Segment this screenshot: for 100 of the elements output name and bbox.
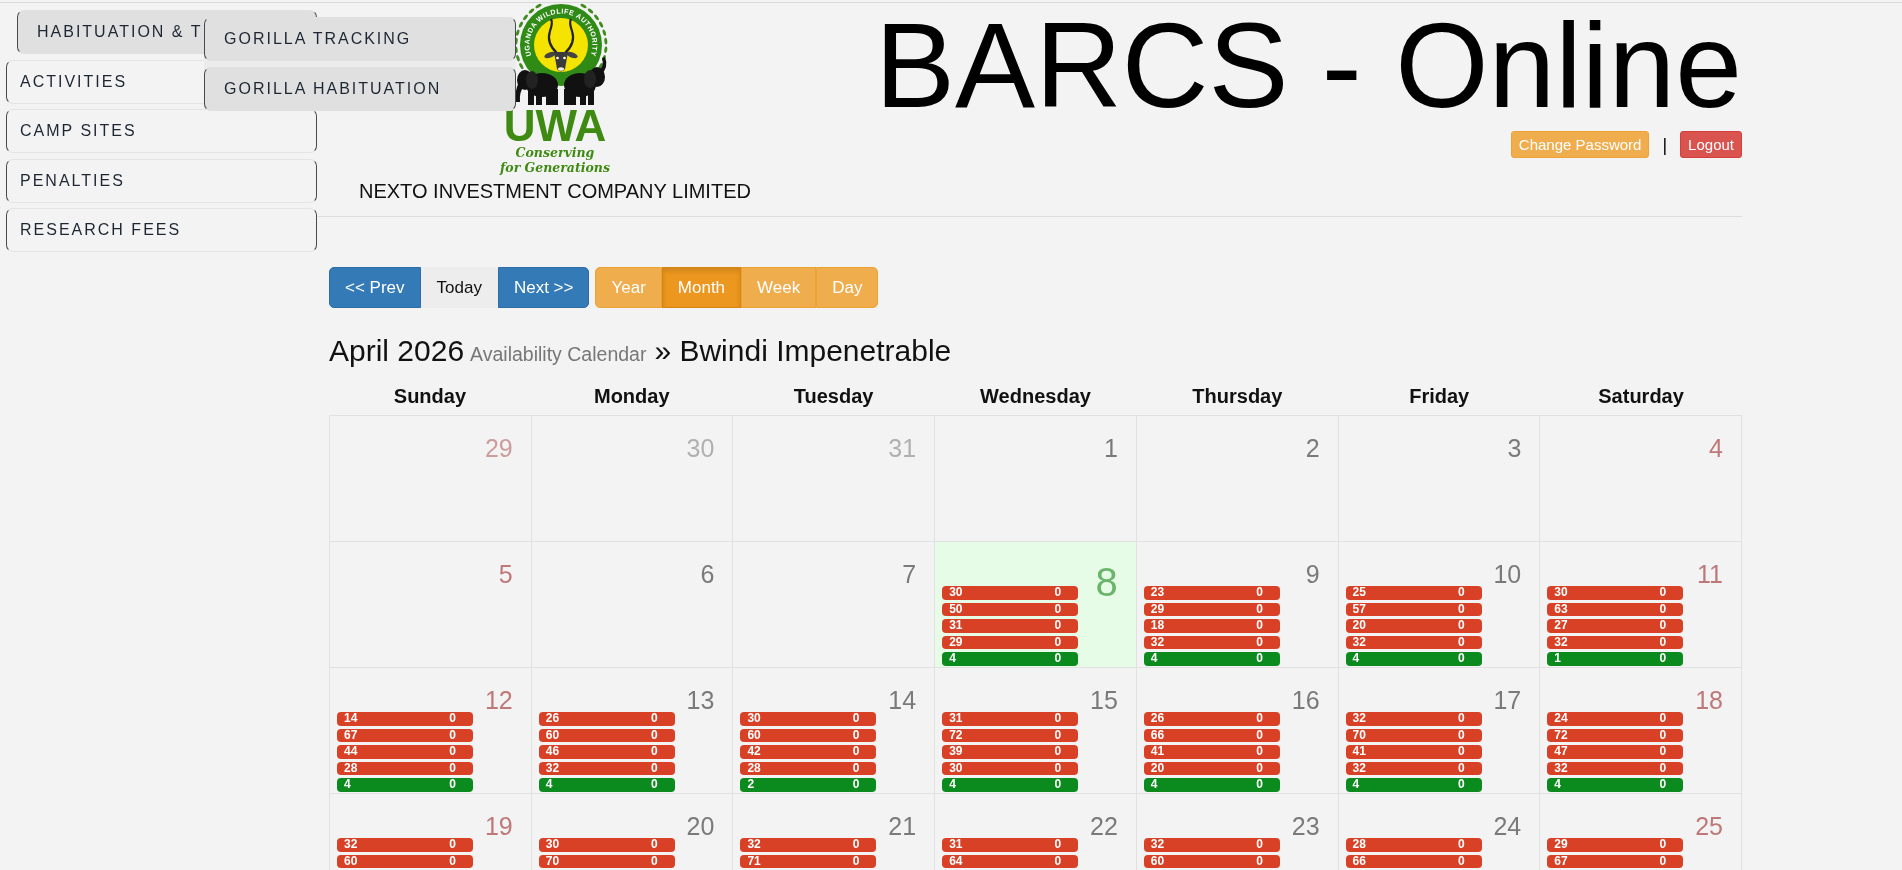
logout-button[interactable]: Logout: [1680, 131, 1742, 158]
event-bar[interactable]: 57 0: [1345, 602, 1482, 616]
submenu-item[interactable]: GORILLA TRACKING: [204, 17, 516, 61]
event-bar[interactable]: 30 0: [942, 761, 1079, 775]
event-count: 44: [344, 745, 358, 759]
event-bar[interactable]: 66 0: [1345, 854, 1482, 868]
event-bar[interactable]: 67 0: [1547, 854, 1684, 868]
event-bar[interactable]: 32 0: [1345, 635, 1482, 649]
event-bar[interactable]: 72 0: [1547, 728, 1684, 742]
day-number: 19: [484, 814, 513, 838]
event-bar[interactable]: 29 0: [1143, 602, 1280, 616]
event-bar[interactable]: 23 0: [1143, 586, 1280, 600]
event-bar[interactable]: 30 0: [740, 712, 877, 726]
next-button[interactable]: Next >>: [497, 267, 590, 308]
event-bar[interactable]: 29 0: [1547, 838, 1684, 852]
event-bar[interactable]: 42 0: [740, 745, 877, 759]
event-bar[interactable]: 72 0: [942, 728, 1079, 742]
event-bar[interactable]: 4 0: [942, 652, 1079, 666]
event-bar[interactable]: 32 0: [1345, 761, 1482, 775]
event-bar[interactable]: 60 0: [337, 854, 473, 868]
event-bar[interactable]: 32 0: [1143, 635, 1280, 649]
event-count: 18: [1150, 619, 1165, 633]
event-bar[interactable]: 31 0: [942, 838, 1079, 852]
event-bar[interactable]: 63 0: [1547, 602, 1684, 616]
event-bar[interactable]: 70 0: [1345, 728, 1482, 742]
event-bar[interactable]: 46 0: [538, 745, 675, 759]
event-bar[interactable]: 60 0: [740, 728, 877, 742]
event-bar[interactable]: 64 0: [942, 854, 1079, 868]
event-value: 0: [651, 728, 658, 742]
day-number: 31: [888, 436, 917, 460]
event-bar[interactable]: 60 0: [1143, 854, 1280, 868]
event-bar[interactable]: 4 0: [337, 778, 473, 792]
event-bar[interactable]: 4 0: [942, 778, 1079, 792]
day-number: 30: [686, 436, 715, 460]
event-bar[interactable]: 32 0: [1345, 712, 1482, 726]
event-bar[interactable]: 20 0: [1143, 761, 1280, 775]
event-bar[interactable]: 32 0: [740, 838, 877, 852]
event-count: 27: [1554, 619, 1568, 633]
event-bar[interactable]: 32 0: [337, 838, 473, 852]
event-bar[interactable]: 26 0: [1143, 712, 1280, 726]
event-value: 0: [651, 761, 658, 775]
event-bar[interactable]: 18 0: [1143, 619, 1280, 633]
view-button[interactable]: Month: [661, 267, 742, 308]
day-number: 8: [1095, 562, 1118, 602]
event-bar[interactable]: 47 0: [1547, 745, 1684, 759]
event-count: 60: [1150, 854, 1165, 868]
event-bar[interactable]: 66 0: [1143, 728, 1280, 742]
event-bar[interactable]: 29 0: [942, 635, 1079, 649]
event-bar[interactable]: 4 0: [538, 778, 675, 792]
event-bar[interactable]: 4 0: [1143, 778, 1280, 792]
event-bar[interactable]: 2 0: [740, 778, 877, 792]
event-bar[interactable]: 24 0: [1547, 712, 1684, 726]
event-bar[interactable]: 30 0: [538, 838, 675, 852]
day-number: 25: [1695, 814, 1723, 838]
event-bar[interactable]: 4 0: [1345, 652, 1482, 666]
event-count: 67: [1554, 854, 1568, 868]
event-bar[interactable]: 60 0: [538, 728, 675, 742]
event-bar[interactable]: 4 0: [1547, 778, 1684, 792]
event-count: 31: [949, 619, 963, 633]
event-count: 32: [1352, 761, 1366, 775]
event-bar[interactable]: 28 0: [337, 761, 473, 775]
event-bar[interactable]: 30 0: [942, 586, 1079, 600]
submenu-item[interactable]: GORILLA HABITUATION: [204, 67, 516, 111]
event-bar[interactable]: 41 0: [1345, 745, 1482, 759]
event-value: 0: [852, 728, 860, 742]
event-bar[interactable]: 71 0: [740, 854, 877, 868]
event-bar[interactable]: 31 0: [942, 712, 1079, 726]
today-button[interactable]: Today: [420, 267, 498, 308]
event-bar[interactable]: 39 0: [942, 745, 1079, 759]
event-bar[interactable]: 50 0: [942, 602, 1079, 616]
event-count: 20: [1150, 761, 1165, 775]
event-bar[interactable]: 31 0: [942, 619, 1079, 633]
event-bar[interactable]: 44 0: [337, 745, 473, 759]
event-bar[interactable]: 30 0: [1547, 586, 1684, 600]
event-bar[interactable]: 67 0: [337, 728, 473, 742]
weekday-header: Monday: [594, 386, 670, 406]
event-bar[interactable]: 70 0: [538, 854, 675, 868]
day-number: 15: [1090, 688, 1118, 712]
day-number: 6: [700, 562, 715, 586]
event-value: 0: [1457, 761, 1465, 775]
prev-button[interactable]: << Prev: [329, 267, 421, 308]
event-bar[interactable]: 14 0: [337, 712, 473, 726]
event-bar[interactable]: 25 0: [1345, 586, 1482, 600]
menu-item[interactable]: RESEARCH FEES: [6, 208, 317, 252]
event-bar[interactable]: 32 0: [1143, 838, 1280, 852]
menu-item[interactable]: PENALTIES: [6, 158, 317, 203]
event-bar[interactable]: 32 0: [1547, 635, 1684, 649]
event-bar[interactable]: 4 0: [1143, 652, 1280, 666]
event-bar[interactable]: 32 0: [1547, 761, 1684, 775]
event-bar[interactable]: 26 0: [538, 712, 675, 726]
event-bar[interactable]: 41 0: [1143, 745, 1280, 759]
event-bar[interactable]: 28 0: [1345, 838, 1482, 852]
event-bar[interactable]: 4 0: [1345, 778, 1482, 792]
event-value: 0: [1256, 745, 1263, 759]
event-bar[interactable]: 20 0: [1345, 619, 1482, 633]
event-bar[interactable]: 1 0: [1547, 652, 1684, 666]
event-value: 0: [1054, 778, 1062, 792]
event-bar[interactable]: 28 0: [740, 761, 877, 775]
event-bar[interactable]: 32 0: [538, 761, 675, 775]
event-bar[interactable]: 27 0: [1547, 619, 1684, 633]
